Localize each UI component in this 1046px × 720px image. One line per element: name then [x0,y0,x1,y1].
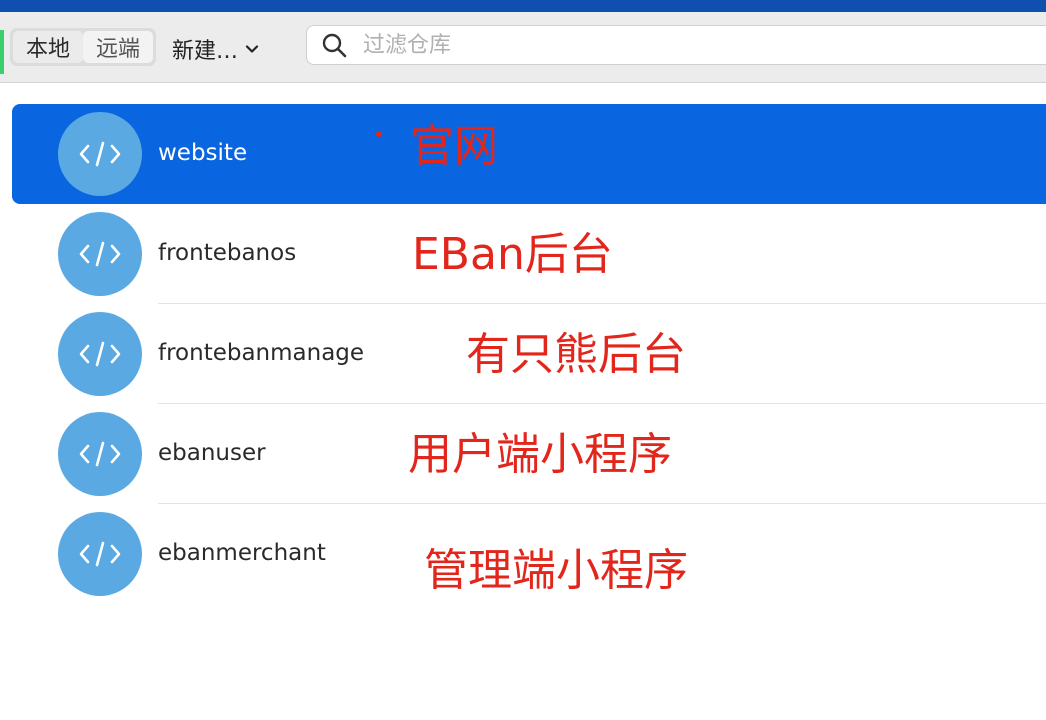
chevron-down-icon [245,45,259,53]
repository-name: ebanuser [158,440,266,466]
new-menu-label: 新建… [172,39,239,64]
annotation-ebanuser: 用户端小程序 [408,429,672,480]
tab-local[interactable]: 本地 [13,31,83,63]
repository-item-website[interactable]: website [12,104,1046,204]
toolbar: 本地 远端 新建… [0,12,1046,83]
annotation-frontebanos: EBan后台 [412,229,613,280]
code-icon [58,112,142,196]
search-icon [322,33,347,58]
search-field[interactable] [306,25,1046,65]
annotation-ebanmerchant: 管理端小程序 [424,545,688,596]
repository-name: website [158,140,248,166]
repository-name: frontebanos [158,240,297,266]
annotation-frontebanmanage: 有只熊后台 [466,329,686,380]
code-icon [58,312,142,396]
location-segmented-control: 本地 远端 [10,28,156,66]
repository-name: ebanmerchant [158,540,326,566]
annotation-dot [376,131,382,137]
repository-name: frontebanmanage [158,340,365,366]
code-icon [58,412,142,496]
search-input[interactable] [361,31,965,59]
status-indicator [0,30,4,74]
annotation-website: 官网 [410,121,498,172]
code-icon [58,212,142,296]
window-top-bar [0,0,1046,12]
code-icon [58,512,142,596]
new-menu-button[interactable]: 新建… [172,32,260,66]
tab-remote[interactable]: 远端 [83,31,153,63]
